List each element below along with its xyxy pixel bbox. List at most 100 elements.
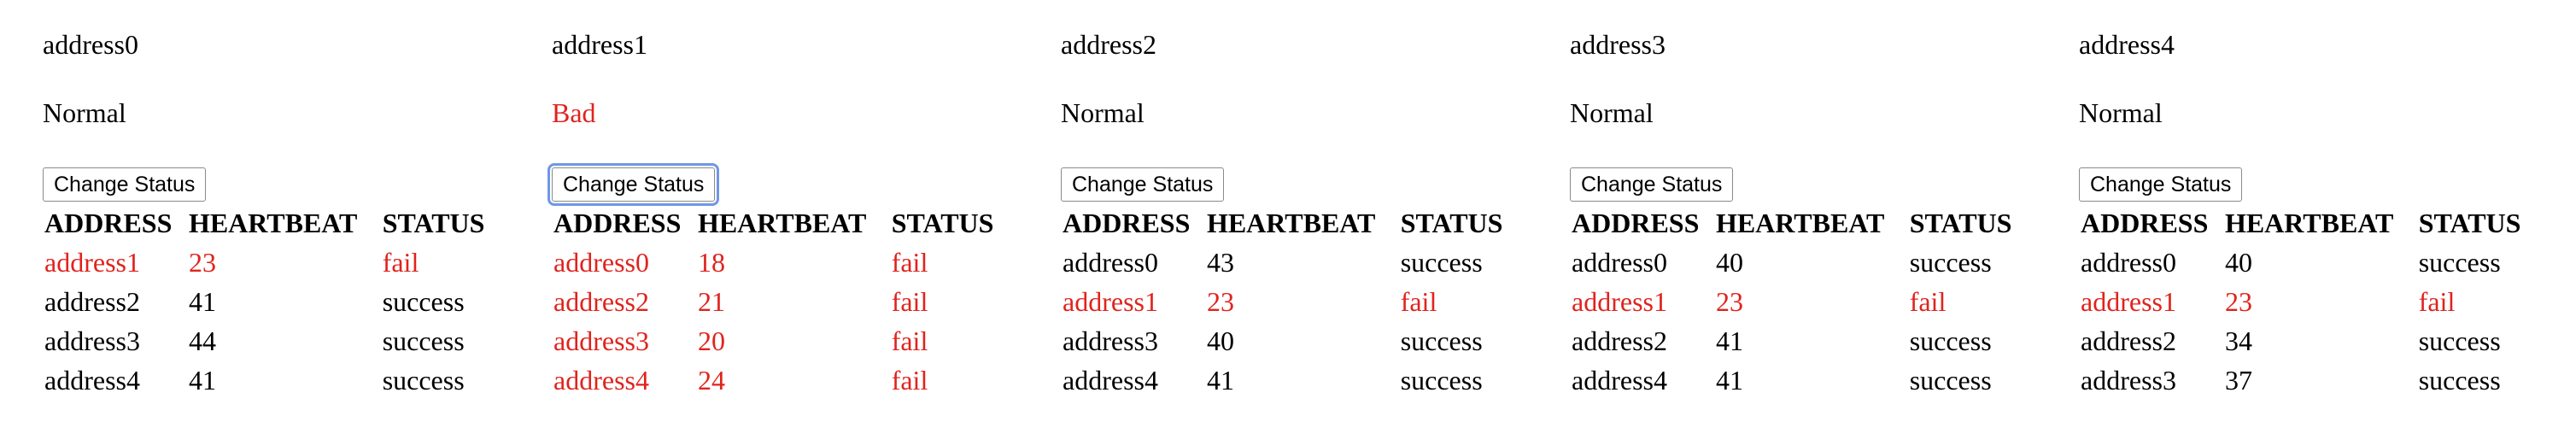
column-header-address: ADDRESS xyxy=(1063,208,1191,238)
peer-address-cell: address2 xyxy=(553,286,649,317)
peer-heartbeat-cell: 44 xyxy=(188,325,216,356)
heartbeat-table: ADDRESS HEARTBEAT STATUS address0 40 suc… xyxy=(1572,203,2031,400)
table-row: address0 18 fail xyxy=(553,243,1013,282)
peer-status-cell: success xyxy=(1909,365,1992,396)
peer-status-cell: success xyxy=(2418,325,2501,356)
peer-status-cell: fail xyxy=(891,247,928,278)
node-title: address2 xyxy=(1061,29,1156,60)
peer-status-cell: success xyxy=(382,286,465,317)
column-header-heartbeat: HEARTBEAT xyxy=(697,208,867,238)
peer-address-cell: address1 xyxy=(1572,286,1667,317)
table-row: address1 23 fail xyxy=(1063,282,1522,321)
peer-status-cell: success xyxy=(2418,247,2501,278)
column-header-heartbeat: HEARTBEAT xyxy=(2224,208,2394,238)
node-panel-address0: address0 Normal Change Status ADDRESS HE… xyxy=(0,0,504,422)
peer-address-cell: address1 xyxy=(1063,286,1158,317)
peer-status-cell: success xyxy=(1400,325,1483,356)
column-header-address: ADDRESS xyxy=(44,208,173,238)
peer-status-cell: success xyxy=(382,325,465,356)
change-status-button[interactable]: Change Status xyxy=(1061,167,1225,202)
heartbeat-table: ADDRESS HEARTBEAT STATUS address1 23 fai… xyxy=(44,203,504,400)
node-status: Normal xyxy=(1061,97,1145,128)
peer-address-cell: address0 xyxy=(1572,247,1667,278)
peer-address-cell: address0 xyxy=(553,247,649,278)
table-row: address3 20 fail xyxy=(553,321,1013,360)
table-row: address0 40 success xyxy=(1572,243,2031,282)
peer-status-cell: fail xyxy=(1909,286,1947,317)
column-header-status: STATUS xyxy=(1400,208,1503,238)
table-row: address3 44 success xyxy=(44,321,504,360)
table-header-row: ADDRESS HEARTBEAT STATUS xyxy=(2081,203,2540,243)
peer-address-cell: address2 xyxy=(2081,325,2176,356)
peer-heartbeat-cell: 20 xyxy=(697,325,725,356)
change-status-button[interactable]: Change Status xyxy=(43,167,207,202)
peer-address-cell: address4 xyxy=(1572,365,1667,396)
peer-heartbeat-cell: 24 xyxy=(697,365,725,396)
peer-heartbeat-cell: 41 xyxy=(1715,325,1743,356)
peer-address-cell: address2 xyxy=(1572,325,1667,356)
change-status-button[interactable]: Change Status xyxy=(2079,167,2243,202)
peer-address-cell: address4 xyxy=(44,365,140,396)
peer-heartbeat-cell: 40 xyxy=(1715,247,1743,278)
node-status: Bad xyxy=(552,97,596,128)
peer-heartbeat-cell: 40 xyxy=(2224,247,2252,278)
peer-address-cell: address3 xyxy=(2081,365,2176,396)
column-header-address: ADDRESS xyxy=(2081,208,2209,238)
column-header-status: STATUS xyxy=(891,208,994,238)
peer-status-cell: success xyxy=(1909,247,1992,278)
change-status-button[interactable]: Change Status xyxy=(1570,167,1734,202)
column-header-address: ADDRESS xyxy=(1572,208,1700,238)
column-header-heartbeat: HEARTBEAT xyxy=(1715,208,1885,238)
peer-status-cell: fail xyxy=(891,286,928,317)
peer-address-cell: address3 xyxy=(553,325,649,356)
peer-heartbeat-cell: 41 xyxy=(188,365,216,396)
table-row: address2 34 success xyxy=(2081,321,2540,360)
peer-heartbeat-cell: 41 xyxy=(188,286,216,317)
peer-heartbeat-cell: 41 xyxy=(1715,365,1743,396)
node-status: Normal xyxy=(43,97,126,128)
node-panel-address2: address2 Normal Change Status ADDRESS HE… xyxy=(1018,0,1522,422)
column-header-status: STATUS xyxy=(1909,208,2012,238)
node-status: Normal xyxy=(1570,97,1654,128)
peer-address-cell: address1 xyxy=(44,247,140,278)
column-header-heartbeat: HEARTBEAT xyxy=(1206,208,1376,238)
peer-heartbeat-cell: 23 xyxy=(1206,286,1234,317)
peer-heartbeat-cell: 21 xyxy=(697,286,725,317)
change-status-button[interactable]: Change Status xyxy=(547,163,720,206)
table-row: address2 21 fail xyxy=(553,282,1013,321)
node-title: address4 xyxy=(2079,29,2175,60)
heartbeat-table: ADDRESS HEARTBEAT STATUS address0 43 suc… xyxy=(1063,203,1522,400)
node-panel-address1: address1 Bad Change Status ADDRESS HEART… xyxy=(509,0,1013,422)
table-row: address1 23 fail xyxy=(1572,282,2031,321)
table-row: address3 37 success xyxy=(2081,360,2540,400)
node-title: address0 xyxy=(43,29,138,60)
peer-address-cell: address0 xyxy=(2081,247,2176,278)
node-panel-address4: address4 Normal Change Status ADDRESS HE… xyxy=(2036,0,2540,422)
peer-heartbeat-cell: 23 xyxy=(188,247,216,278)
column-header-heartbeat: HEARTBEAT xyxy=(188,208,358,238)
peer-heartbeat-cell: 23 xyxy=(2224,286,2252,317)
table-row: address4 41 success xyxy=(1572,360,2031,400)
peer-status-cell: success xyxy=(1909,325,1992,356)
peer-heartbeat-cell: 43 xyxy=(1206,247,1234,278)
node-title: address1 xyxy=(552,29,647,60)
peer-heartbeat-cell: 37 xyxy=(2224,365,2252,396)
table-row: address4 41 success xyxy=(1063,360,1522,400)
peer-status-cell: success xyxy=(1400,247,1483,278)
peer-heartbeat-cell: 34 xyxy=(2224,325,2252,356)
peer-status-cell: fail xyxy=(382,247,419,278)
peer-heartbeat-cell: 23 xyxy=(1715,286,1743,317)
peer-status-cell: fail xyxy=(891,325,928,356)
peer-status-cell: fail xyxy=(1400,286,1437,317)
heartbeat-table: ADDRESS HEARTBEAT STATUS address0 18 fai… xyxy=(553,203,1013,400)
column-header-address: ADDRESS xyxy=(553,208,682,238)
table-row: address1 23 fail xyxy=(44,243,504,282)
table-row: address0 40 success xyxy=(2081,243,2540,282)
table-row: address1 23 fail xyxy=(2081,282,2540,321)
peer-address-cell: address0 xyxy=(1063,247,1158,278)
node-status: Normal xyxy=(2079,97,2163,128)
peer-status-cell: success xyxy=(382,365,465,396)
peer-address-cell: address3 xyxy=(1063,325,1158,356)
peer-status-cell: fail xyxy=(2418,286,2456,317)
table-row: address0 43 success xyxy=(1063,243,1522,282)
